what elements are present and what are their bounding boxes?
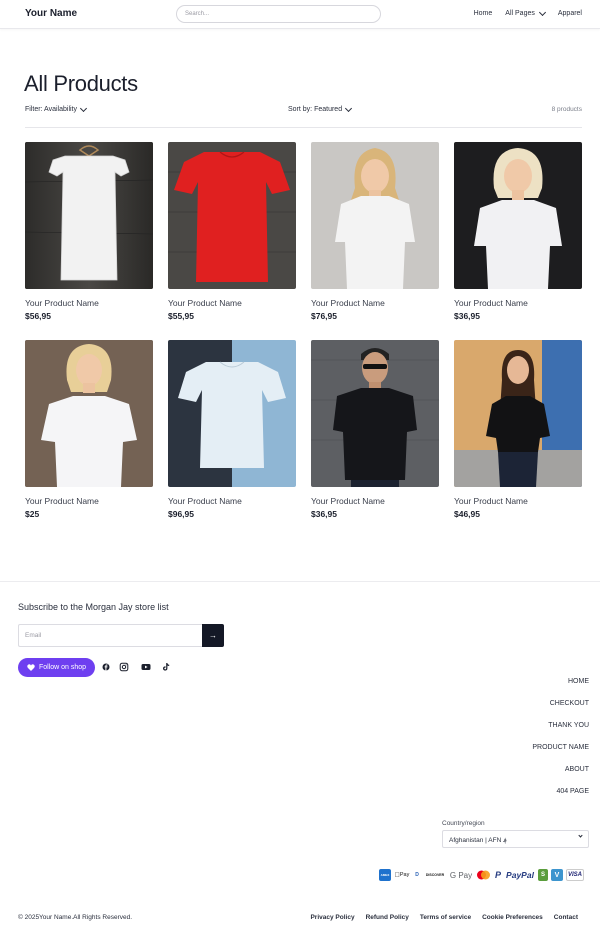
copyright: © 2025Your Name.All Rights Reserved. bbox=[18, 914, 133, 921]
footer-link-thank-you[interactable]: THANK YOU bbox=[532, 721, 589, 743]
diners-icon: D bbox=[415, 872, 419, 878]
product-price: $55,95 bbox=[168, 311, 194, 321]
product-count: 8 products bbox=[551, 106, 582, 113]
chevron-down-icon bbox=[79, 104, 88, 112]
country-label: Country/region bbox=[442, 820, 485, 827]
footer-link-home[interactable]: HOME bbox=[532, 677, 589, 699]
product-image[interactable] bbox=[25, 142, 153, 289]
product-price: $36,95 bbox=[311, 509, 337, 519]
product-card[interactable]: Your Product Name $96,95 bbox=[168, 340, 296, 519]
product-image[interactable] bbox=[25, 340, 153, 487]
product-image[interactable] bbox=[454, 142, 582, 289]
refund-policy-link[interactable]: Refund Policy bbox=[366, 914, 409, 921]
main-nav: Home All Pages Apparel bbox=[474, 8, 582, 17]
footer-divider bbox=[0, 581, 600, 582]
nav-apparel[interactable]: Apparel bbox=[558, 10, 582, 17]
page-title: All Products bbox=[24, 71, 138, 96]
apple-pay-label: Pay bbox=[397, 872, 409, 878]
product-price: $46,95 bbox=[454, 509, 480, 519]
sort-button[interactable]: Sort by: Featured bbox=[288, 104, 353, 113]
mastercard-icon bbox=[476, 869, 491, 881]
product-name[interactable]: Your Product Name bbox=[311, 496, 439, 506]
site-header: Your Name Search... Home All Pages Appar… bbox=[0, 0, 600, 29]
product-name[interactable]: Your Product Name bbox=[168, 298, 296, 308]
shop-pay-icon: S bbox=[538, 869, 548, 881]
instagram-icon[interactable] bbox=[119, 662, 129, 672]
chevron-down-icon bbox=[345, 104, 353, 112]
amex-icon: AMEX bbox=[379, 869, 391, 881]
product-image[interactable] bbox=[454, 340, 582, 487]
google-pay-icon: G Pay bbox=[449, 870, 473, 880]
subscribe-title: Subscribe to the Morgan Jay store list bbox=[18, 602, 169, 612]
product-image[interactable] bbox=[311, 340, 439, 487]
product-card[interactable]: Your Product Name $46,95 bbox=[454, 340, 582, 519]
product-price: $96,95 bbox=[168, 509, 194, 519]
country-value: Afghanistan | AFN ؋ bbox=[449, 837, 507, 844]
youtube-icon[interactable] bbox=[141, 662, 151, 672]
heart-icon bbox=[27, 664, 35, 671]
tiktok-icon[interactable] bbox=[161, 662, 171, 672]
collection-toolbar: Filter: Availability Sort by: Featured 8… bbox=[25, 104, 582, 118]
product-image[interactable] bbox=[168, 142, 296, 289]
payment-icons: AMEX Pay D DISCOVER G Pay P PayPal S V … bbox=[379, 869, 584, 881]
follow-label: Follow on shop bbox=[38, 664, 87, 671]
email-input[interactable]: Email bbox=[18, 624, 203, 647]
sort-label: Sort by: Featured bbox=[288, 106, 343, 113]
nav-home-label: Home bbox=[473, 10, 493, 17]
footer-link-404[interactable]: 404 PAGE bbox=[532, 787, 589, 809]
product-image[interactable] bbox=[311, 142, 439, 289]
product-price: $36,95 bbox=[454, 311, 480, 321]
visa-icon: VISA bbox=[566, 869, 584, 881]
terms-of-service-link[interactable]: Terms of service bbox=[420, 914, 471, 921]
product-price: $76,95 bbox=[311, 311, 337, 321]
footer-links: HOME CHECKOUT THANK YOU PRODUCT NAME ABO… bbox=[532, 677, 589, 809]
product-card[interactable]: Your Product Name $36,95 bbox=[311, 340, 439, 519]
product-name[interactable]: Your Product Name bbox=[25, 298, 153, 308]
product-name[interactable]: Your Product Name bbox=[454, 298, 582, 308]
nav-home[interactable]: Home bbox=[474, 10, 493, 17]
search-input[interactable]: Search... bbox=[176, 5, 381, 23]
nav-apparel-label: Apparel bbox=[557, 10, 582, 17]
paypal-p-icon: P bbox=[494, 870, 501, 880]
product-card[interactable]: Your Product Name $36,95 bbox=[454, 142, 582, 321]
country-select[interactable]: Afghanistan | AFN ؋ bbox=[442, 830, 589, 848]
product-name[interactable]: Your Product Name bbox=[311, 298, 439, 308]
paypal-icon: PayPal bbox=[506, 870, 534, 880]
facebook-icon[interactable] bbox=[101, 662, 111, 672]
divider bbox=[25, 127, 582, 128]
product-card[interactable]: Your Product Name $55,95 bbox=[168, 142, 296, 321]
footer-link-product-name[interactable]: PRODUCT NAME bbox=[532, 743, 589, 765]
privacy-policy-link[interactable]: Privacy Policy bbox=[310, 914, 354, 921]
apple-pay-icon: Pay bbox=[394, 869, 410, 881]
brand-logo[interactable]: Your Name bbox=[25, 8, 77, 19]
product-card[interactable]: Your Product Name $76,95 bbox=[311, 142, 439, 321]
cookie-preferences-link[interactable]: Cookie Preferences bbox=[482, 914, 543, 921]
contact-link[interactable]: Contact bbox=[554, 914, 578, 921]
filter-label: Filter: Availability bbox=[25, 106, 78, 113]
footer-link-about[interactable]: ABOUT bbox=[532, 765, 589, 787]
filter-availability-button[interactable]: Filter: Availability bbox=[25, 104, 88, 113]
venmo-icon: V bbox=[551, 869, 563, 881]
product-card[interactable]: Your Product Name $25 bbox=[25, 340, 153, 519]
product-card[interactable]: Your Product Name $56,95 bbox=[25, 142, 153, 321]
nav-all-pages[interactable]: All Pages bbox=[505, 8, 546, 17]
subscribe-button[interactable]: → bbox=[202, 624, 224, 647]
chevron-down-icon bbox=[578, 833, 583, 838]
nav-all-pages-label: All Pages bbox=[505, 10, 535, 17]
chevron-down-icon bbox=[538, 8, 546, 16]
follow-on-shop-button[interactable]: Follow on shop bbox=[18, 658, 95, 677]
legal-links: Privacy Policy Refund Policy Terms of se… bbox=[310, 914, 578, 921]
product-price: $25 bbox=[25, 509, 40, 519]
product-name[interactable]: Your Product Name bbox=[454, 496, 582, 506]
product-name[interactable]: Your Product Name bbox=[168, 496, 296, 506]
product-price: $56,95 bbox=[25, 311, 51, 321]
product-name[interactable]: Your Product Name bbox=[25, 496, 153, 506]
footer-link-checkout[interactable]: CHECKOUT bbox=[532, 699, 589, 721]
product-image[interactable] bbox=[168, 340, 296, 487]
discover-icon: DISCOVER bbox=[425, 873, 445, 877]
